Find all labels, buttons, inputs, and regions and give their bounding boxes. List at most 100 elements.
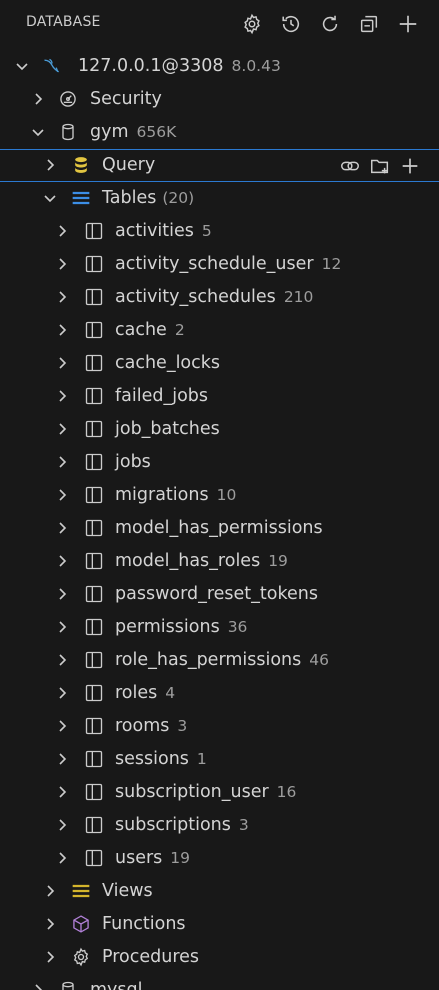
chevron-right-icon[interactable] [54,685,70,701]
table-icon [84,221,104,241]
table-label: subscriptions 3 [115,815,249,835]
table-icon [84,419,104,439]
functions-node[interactable]: Functions [0,908,439,941]
table-row[interactable]: activity_schedules 210 [0,281,439,314]
chevron-right-icon[interactable] [54,718,70,734]
table-icon [84,452,104,472]
link-icon[interactable] [337,153,363,179]
chevron-right-icon[interactable] [54,256,70,272]
procedures-node[interactable]: Procedures [0,941,439,974]
history-icon[interactable] [278,11,304,37]
row-count: 2 [174,321,185,339]
table-row[interactable]: activities 5 [0,215,439,248]
refresh-icon[interactable] [317,11,343,37]
chevron-right-icon[interactable] [54,850,70,866]
chevron-right-icon[interactable] [54,586,70,602]
table-row[interactable]: activity_schedule_user 12 [0,248,439,281]
chevron-down-icon[interactable] [42,190,58,206]
table-label: failed_jobs [115,386,209,406]
table-row[interactable]: failed_jobs [0,380,439,413]
chevron-right-icon[interactable] [54,355,70,371]
table-icon [84,716,104,736]
table-row[interactable]: role_has_permissions 46 [0,644,439,677]
chevron-right-icon[interactable] [42,949,58,965]
chevron-right-icon[interactable] [54,619,70,635]
chevron-right-icon[interactable] [30,91,46,107]
row-count: 5 [201,222,212,240]
table-row[interactable]: rooms 3 [0,710,439,743]
query-actions [337,153,423,179]
chevron-right-icon[interactable] [54,487,70,503]
mysql-database-label: mysql [90,980,143,990]
table-row[interactable]: roles 4 [0,677,439,710]
table-row[interactable]: jobs [0,446,439,479]
table-row[interactable]: sessions 1 [0,743,439,776]
table-label: permissions 36 [115,617,248,637]
table-row[interactable]: migrations 10 [0,479,439,512]
procedures-label: Procedures [102,947,200,967]
table-row[interactable]: subscriptions 3 [0,809,439,842]
query-node[interactable]: Query [0,149,439,182]
table-list: activities 5 activity_schedule_user 12 activ… [0,215,439,875]
table-row[interactable]: model_has_roles 19 [0,545,439,578]
table-label: role_has_permissions 46 [115,650,329,670]
row-count: 12 [321,255,342,273]
query-label: Query [102,155,156,175]
table-icon [84,749,104,769]
row-count: 10 [216,486,237,504]
table-icon [84,353,104,373]
table-row[interactable]: subscription_user 16 [0,776,439,809]
database-node[interactable]: gym 656K [0,116,439,149]
collapse-all-icon[interactable] [356,11,382,37]
chevron-right-icon[interactable] [30,982,46,990]
table-row[interactable]: cache_locks [0,347,439,380]
chevron-right-icon[interactable] [42,916,58,932]
row-count: 19 [268,552,288,570]
security-label: Security [90,89,162,109]
table-row[interactable]: password_reset_tokens [0,578,439,611]
tables-list-icon [71,188,91,208]
security-node[interactable]: Security [0,83,439,116]
chevron-right-icon[interactable] [54,454,70,470]
chevron-down-icon[interactable] [30,124,46,140]
mysql-database-node[interactable]: mysql [0,974,439,990]
chevron-right-icon[interactable] [42,157,58,173]
chevron-right-icon[interactable] [54,817,70,833]
chevron-right-icon[interactable] [54,322,70,338]
row-count: 3 [177,717,188,735]
table-label: rooms 3 [115,716,188,736]
table-icon [84,815,104,835]
connection-node[interactable]: 127.0.0.1@3308 8.0.43 [0,50,439,83]
header-actions [239,11,421,37]
new-folder-icon[interactable] [367,153,393,179]
table-row[interactable]: model_has_permissions [0,512,439,545]
tables-node[interactable]: Tables (20) [0,182,439,215]
gear-icon[interactable] [239,11,265,37]
chevron-right-icon[interactable] [54,553,70,569]
chevron-right-icon[interactable] [42,883,58,899]
row-count: 4 [165,684,176,702]
chevron-right-icon[interactable] [54,751,70,767]
add-icon[interactable] [397,153,423,179]
functions-label: Functions [102,914,186,934]
views-node[interactable]: Views [0,875,439,908]
chevron-right-icon[interactable] [54,388,70,404]
row-count: 1 [196,750,207,768]
chevron-right-icon[interactable] [54,289,70,305]
table-row[interactable]: permissions 36 [0,611,439,644]
chevron-right-icon[interactable] [54,223,70,239]
query-database-icon [71,155,91,175]
chevron-right-icon[interactable] [54,421,70,437]
chevron-down-icon[interactable] [14,58,30,74]
table-row[interactable]: cache 2 [0,314,439,347]
table-row[interactable]: job_batches [0,413,439,446]
add-icon[interactable] [395,11,421,37]
table-label: jobs [115,452,151,472]
chevron-right-icon[interactable] [54,784,70,800]
table-icon [84,782,104,802]
chevron-right-icon[interactable] [54,520,70,536]
views-label: Views [102,881,153,901]
chevron-right-icon[interactable] [54,652,70,668]
table-row[interactable]: users 19 [0,842,439,875]
table-label: roles 4 [115,683,176,703]
